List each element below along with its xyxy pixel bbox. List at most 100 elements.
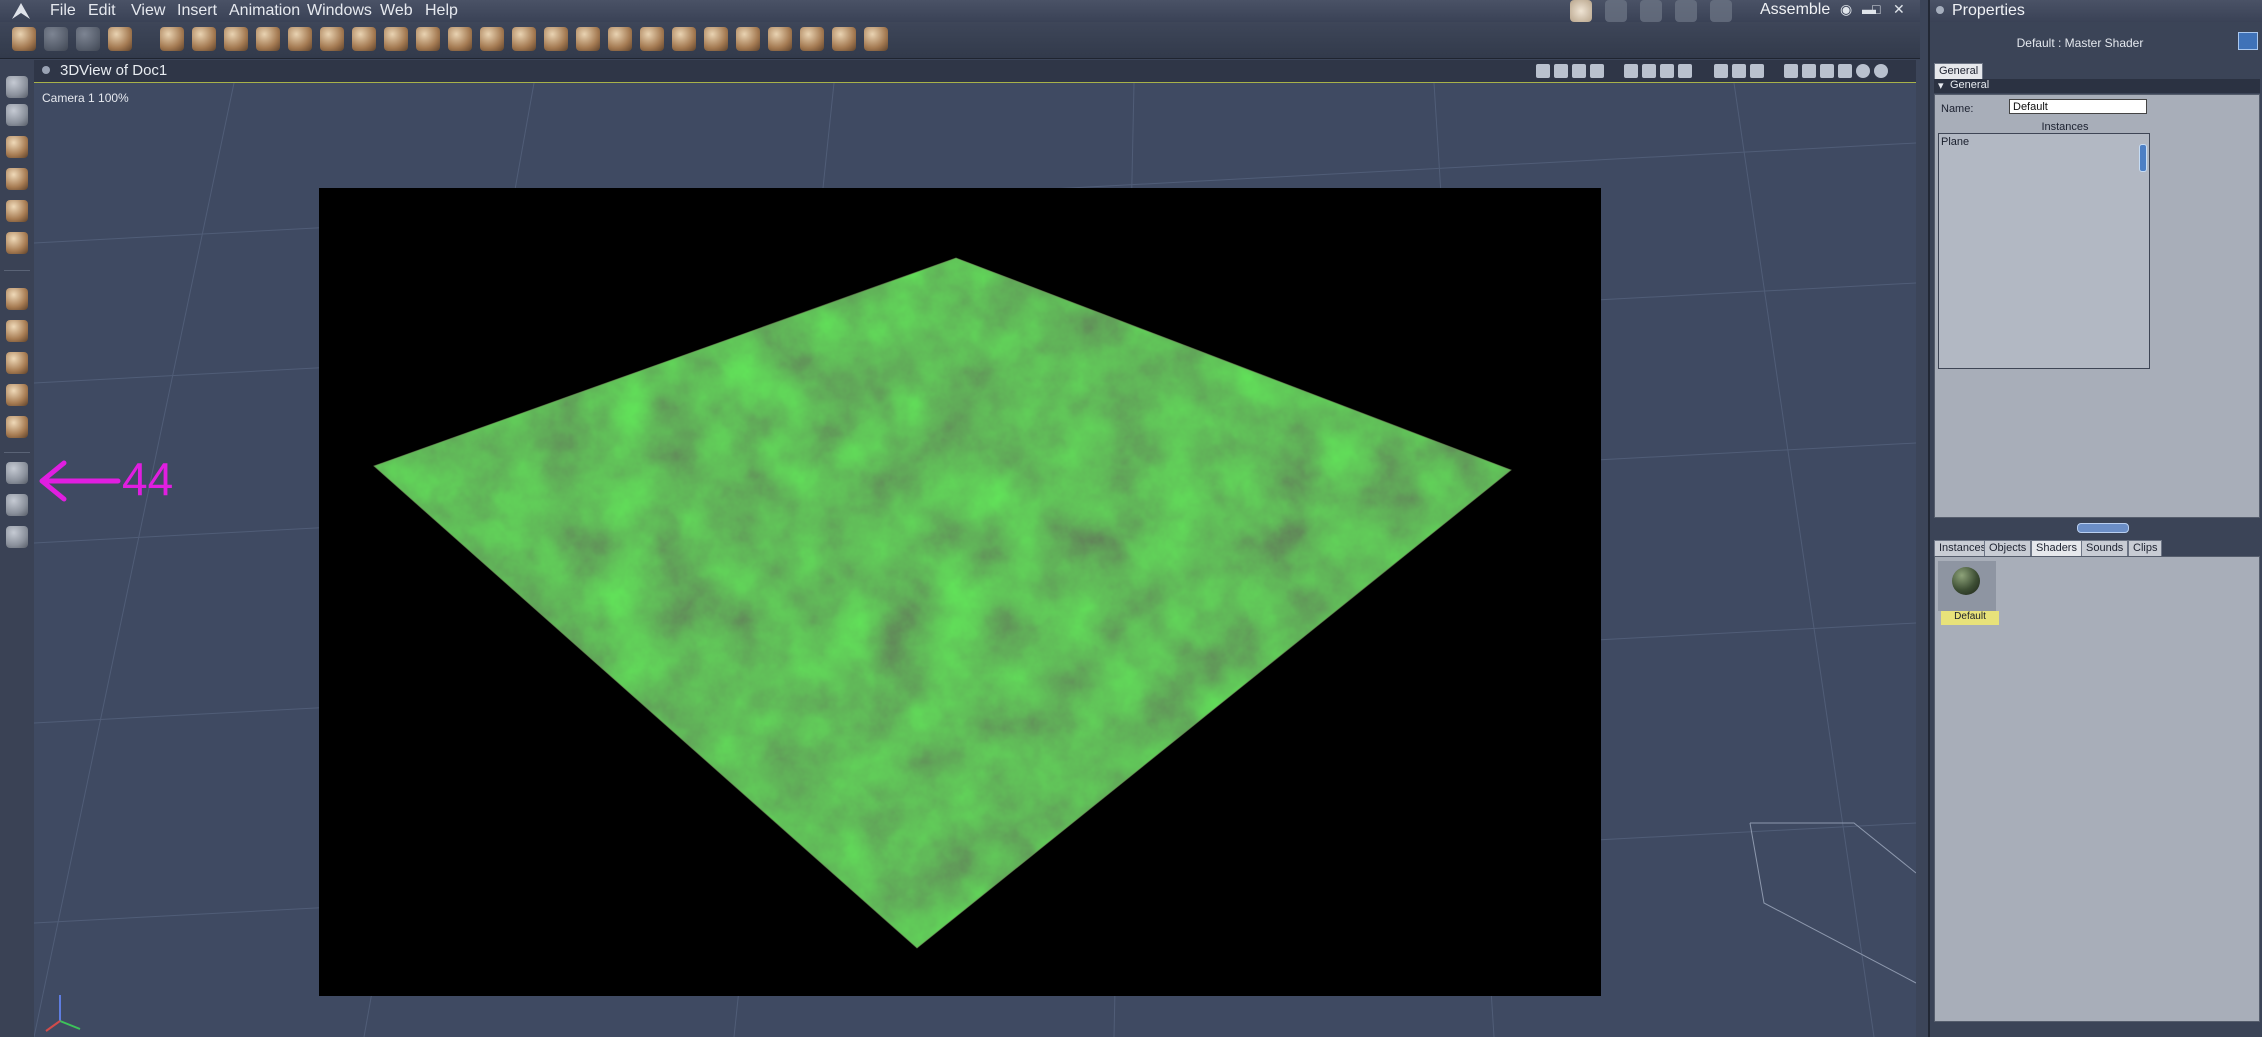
app-logo-icon[interactable] <box>10 1 32 21</box>
magnifier-icon[interactable] <box>6 526 28 548</box>
primitive-icon[interactable] <box>224 27 248 51</box>
primitive-icon[interactable] <box>640 27 664 51</box>
primitive-icon[interactable] <box>448 27 472 51</box>
primitive-icon[interactable] <box>256 27 280 51</box>
primitive-icon[interactable] <box>768 27 792 51</box>
menu-windows[interactable]: Windows <box>307 2 372 20</box>
select-tool-icon[interactable] <box>6 104 28 126</box>
view-option-icon[interactable] <box>1590 64 1604 78</box>
tab-shaders[interactable]: Shaders <box>2031 540 2082 556</box>
primitive-icon[interactable] <box>512 27 536 51</box>
text-primitive-icon[interactable] <box>320 27 344 51</box>
layout-quad-icon[interactable] <box>1678 64 1692 78</box>
tab-sounds[interactable]: Sounds <box>2081 540 2129 556</box>
primitive-icon[interactable] <box>480 27 504 51</box>
primitive-icon[interactable] <box>352 27 376 51</box>
cube-camera-icon[interactable] <box>6 416 28 438</box>
paint-tool-icon[interactable] <box>108 27 132 51</box>
shader-room-icon[interactable] <box>2238 32 2258 50</box>
left-tool-strip <box>0 60 35 1037</box>
twist-tool-icon[interactable] <box>6 168 28 190</box>
room-mode-label[interactable]: Assemble <box>1760 1 1830 19</box>
camera-icon[interactable] <box>6 462 28 484</box>
menu-insert[interactable]: Insert <box>177 2 217 20</box>
list-item[interactable]: Plane <box>1941 136 1969 148</box>
menu-edit[interactable]: Edit <box>88 2 116 20</box>
move-camera-icon[interactable] <box>6 288 28 310</box>
room-tool-icon[interactable] <box>1675 0 1697 22</box>
primitive-icon[interactable] <box>800 27 824 51</box>
3d-viewport[interactable]: Camera 1 100% <box>34 83 1916 1037</box>
layout-split-icon[interactable] <box>1642 64 1656 78</box>
layout-single-icon[interactable] <box>1624 64 1638 78</box>
layout-split-icon[interactable] <box>1660 64 1674 78</box>
primitive-icon[interactable] <box>160 27 184 51</box>
menu-web[interactable]: Web <box>380 2 413 20</box>
eye-icon[interactable]: ◉ <box>1840 1 1852 18</box>
select-arrow-icon[interactable] <box>6 76 28 98</box>
shader-item-default[interactable]: Default <box>1938 561 1999 625</box>
menu-file[interactable]: File <box>50 2 76 20</box>
shader-library: Default <box>1934 556 2260 1022</box>
tab-clips[interactable]: Clips <box>2128 540 2163 556</box>
primitive-icon[interactable] <box>864 27 888 51</box>
properties-title: Properties <box>1952 2 2025 19</box>
annotation-arrow-icon <box>39 460 121 502</box>
maximize-icon[interactable]: □ <box>1872 1 1880 17</box>
view-option-icon[interactable] <box>1536 64 1550 78</box>
view-menu-icon[interactable] <box>42 66 50 74</box>
tab-instances[interactable]: Instances <box>1934 540 1992 556</box>
room-tool-icon[interactable] <box>1605 0 1627 22</box>
render-mode-icon[interactable] <box>1856 64 1870 78</box>
camera-preset-icon[interactable] <box>1714 64 1728 78</box>
render-mode-icon[interactable] <box>1784 64 1798 78</box>
render-mode-icon[interactable] <box>1802 64 1816 78</box>
primitive-icon[interactable] <box>192 27 216 51</box>
menu-animation[interactable]: Animation <box>229 2 300 20</box>
primitive-icon[interactable] <box>288 27 312 51</box>
primitive-icon[interactable] <box>704 27 728 51</box>
room-hand-icon[interactable] <box>1570 0 1592 22</box>
primitive-icon[interactable] <box>544 27 568 51</box>
orbit-camera-icon[interactable] <box>6 352 28 374</box>
render-mode-icon[interactable] <box>1838 64 1852 78</box>
menu-view[interactable]: View <box>131 2 165 20</box>
room-tool-icon[interactable] <box>1640 0 1662 22</box>
panel-splitter[interactable] <box>2077 523 2129 533</box>
brush-tool-icon[interactable] <box>76 27 100 51</box>
view-option-icon[interactable] <box>1554 64 1568 78</box>
primitive-icon[interactable] <box>736 27 760 51</box>
scale-tool-icon[interactable] <box>6 232 28 254</box>
primitive-icon[interactable] <box>608 27 632 51</box>
menu-help[interactable]: Help <box>425 2 458 20</box>
scrollbar-thumb[interactable] <box>2139 144 2147 172</box>
primitive-icon[interactable] <box>384 27 408 51</box>
tab-objects[interactable]: Objects <box>1984 540 2032 556</box>
primitive-icon[interactable] <box>576 27 600 51</box>
textured-plane <box>373 257 1512 949</box>
edit-tool-icon[interactable] <box>6 200 28 222</box>
primitive-icon[interactable] <box>672 27 696 51</box>
render-mode-icon[interactable] <box>1820 64 1834 78</box>
view-option-icon[interactable] <box>1572 64 1586 78</box>
tab-general[interactable]: General <box>1934 63 1984 79</box>
instances-list[interactable]: Plane <box>1938 133 2150 369</box>
hand-tool-icon[interactable] <box>44 27 68 51</box>
orbit-camera-icon[interactable] <box>6 384 28 406</box>
collapse-triangle-icon[interactable]: ▾ <box>1938 79 1944 92</box>
camera-preset-icon[interactable] <box>1732 64 1746 78</box>
brush-tool-icon[interactable] <box>12 27 36 51</box>
hand-icon[interactable] <box>6 494 28 516</box>
properties-panel: Properties Default : Master Shader Gener… <box>1928 0 2262 1037</box>
primitive-icon[interactable] <box>416 27 440 51</box>
panel-menu-icon[interactable] <box>1936 6 1944 14</box>
camera-preset-icon[interactable] <box>1750 64 1764 78</box>
rotate-tool-icon[interactable] <box>6 136 28 158</box>
general-section-header[interactable]: ▾ General <box>1934 79 2260 93</box>
room-tool-icon[interactable] <box>1710 0 1732 22</box>
primitive-icon[interactable] <box>832 27 856 51</box>
name-input[interactable] <box>2009 99 2147 114</box>
close-icon[interactable]: ✕ <box>1893 1 1905 18</box>
move-camera-icon[interactable] <box>6 320 28 342</box>
render-mode-icon[interactable] <box>1874 64 1888 78</box>
